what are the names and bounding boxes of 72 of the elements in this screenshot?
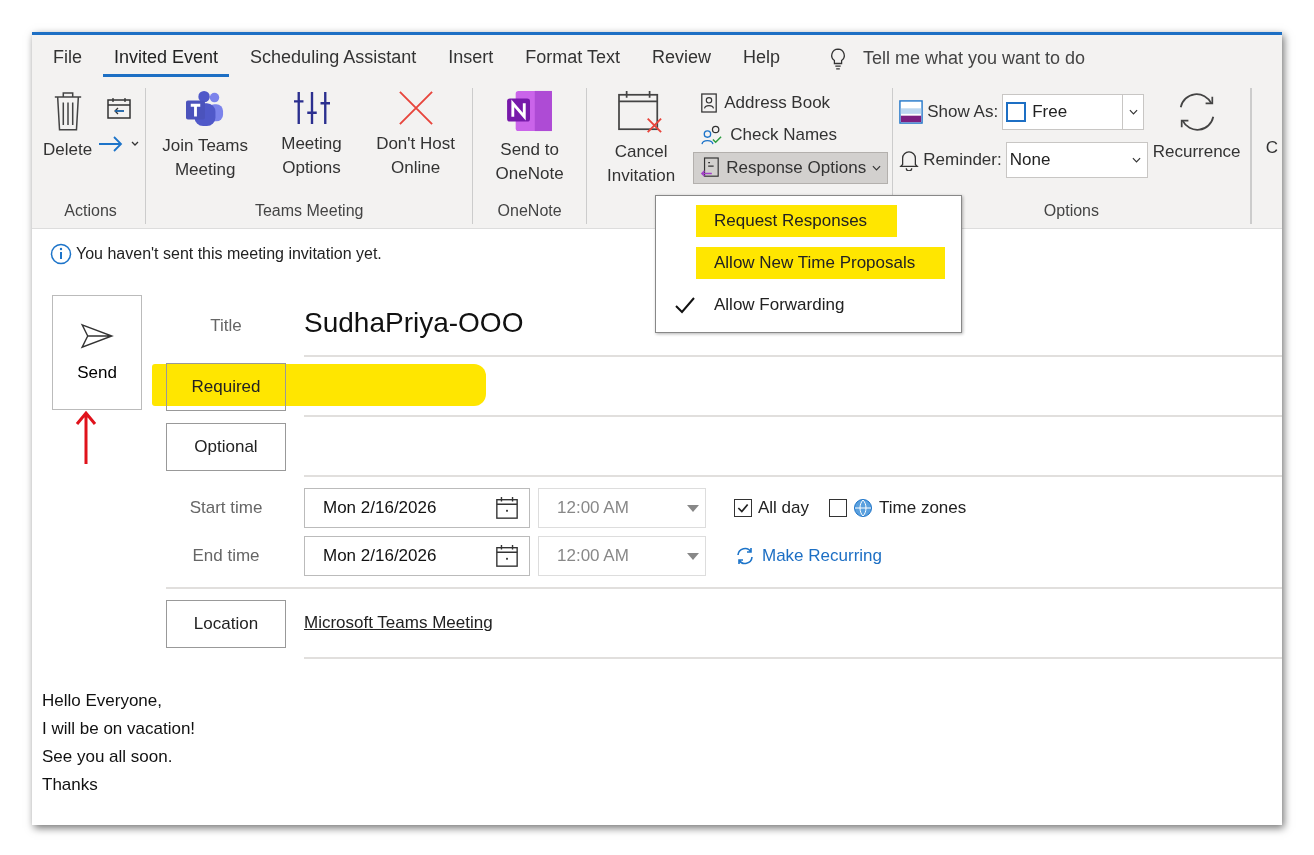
tell-me-search[interactable]: Tell me what you want to do <box>863 48 1086 69</box>
dont-host-online-button[interactable]: Don't Host Online <box>362 88 469 182</box>
reminder-dropdown[interactable]: None <box>1005 142 1148 178</box>
all-day-checkbox[interactable]: All day <box>734 498 810 518</box>
optional-button[interactable]: Optional <box>166 423 286 471</box>
time-dropdown[interactable]: 12:00 AM <box>538 488 706 528</box>
location-button[interactable]: Location <box>166 600 286 648</box>
ribbon-tab[interactable]: Insert <box>437 40 505 77</box>
sliders-icon <box>291 90 332 126</box>
show-as-label: Show As: <box>927 102 999 122</box>
make-recurring-link[interactable]: Make Recurring <box>734 546 882 566</box>
recurrence-icon <box>734 546 756 566</box>
time-zones-checkbox[interactable]: Time zones <box>829 498 967 518</box>
checkmark-icon <box>736 501 750 515</box>
message-body[interactable]: Hello Everyone, I will be on vacation! See you all soon. Thanks <box>32 659 1282 825</box>
reminder-label: Reminder: <box>923 150 1002 170</box>
meeting-options-button[interactable]: Meeting Options <box>262 88 361 182</box>
title-label: Title <box>209 316 243 336</box>
time-label: End time <box>191 546 261 566</box>
body-text-line: See you all soon. <box>42 746 174 769</box>
ribbon-tab[interactable]: Review <box>640 40 722 77</box>
ribbon-tab[interactable]: Help <box>731 40 791 77</box>
group-label: Teams Meeting <box>254 202 364 221</box>
date-field[interactable]: Mon 2/16/2026 <box>304 536 530 576</box>
title-field[interactable]: SudhaPriya-OOO <box>304 307 524 339</box>
calendar-icon <box>495 544 519 568</box>
group-label: Actions <box>64 202 117 221</box>
ribbon-tab[interactable]: Invited Event <box>103 40 230 77</box>
caret-icon <box>872 165 882 171</box>
ribbon-button-label[interactable]: C <box>1265 138 1278 158</box>
send-to-onenote-button[interactable]: Send to OneNote <box>477 88 582 188</box>
response-icon <box>700 157 721 179</box>
dropdown-arrow-icon <box>687 504 699 512</box>
group-label: OneNote <box>497 202 562 221</box>
send-button[interactable]: Send <box>52 295 142 410</box>
bell-icon <box>899 149 920 171</box>
dropdown-arrow-icon <box>687 552 699 560</box>
cross-icon <box>397 90 434 126</box>
time-dropdown[interactable]: 12:00 AM <box>538 536 706 576</box>
show-as-icon <box>899 100 924 124</box>
globe-icon <box>853 498 874 518</box>
location-link[interactable]: Microsoft Teams Meeting <box>304 613 493 633</box>
annotation-arrow <box>74 410 98 466</box>
caret-icon <box>1132 157 1142 163</box>
calendar-icon <box>495 496 519 520</box>
required-button[interactable]: Required <box>166 363 286 411</box>
body-text-line: Hello Everyone, <box>42 690 163 712</box>
check-names-button[interactable]: Check Names <box>693 120 845 150</box>
date-field[interactable]: Mon 2/16/2026 <box>304 488 530 528</box>
menu-item[interactable]: Allow Forwarding <box>656 284 961 326</box>
group-label: Options <box>1043 202 1099 221</box>
response-options-button[interactable]: Response Options <box>693 152 889 184</box>
body-text-line: Thanks <box>42 774 99 797</box>
recurrence-button[interactable]: Recurrence <box>1149 88 1244 166</box>
onenote-icon <box>505 90 554 132</box>
join-teams-button[interactable]: Join Teams Meeting <box>150 88 261 184</box>
show-as-dropdown[interactable]: Free <box>1002 94 1145 130</box>
address-book-icon <box>700 93 719 113</box>
time-label: Start time <box>188 498 264 518</box>
caret-icon <box>1128 109 1138 115</box>
ribbon-tab[interactable]: File <box>42 40 93 77</box>
send-icon <box>80 322 114 349</box>
checkmark-icon <box>674 296 696 314</box>
info-message: You haven't sent this meeting invitation yet. <box>76 245 382 263</box>
cancel-invitation-button[interactable]: Cancel Invitation <box>591 88 692 190</box>
ribbon-tab[interactable]: Format Text <box>514 40 631 77</box>
address-book-button[interactable]: Address Book <box>693 88 838 118</box>
ribbon-tab[interactable]: Scheduling Assistant <box>239 40 428 77</box>
lightbulb-icon <box>829 46 847 71</box>
delete-button[interactable]: Delete <box>40 88 96 164</box>
info-icon <box>50 243 72 265</box>
body-text-line: I will be on vacation! <box>42 718 197 741</box>
